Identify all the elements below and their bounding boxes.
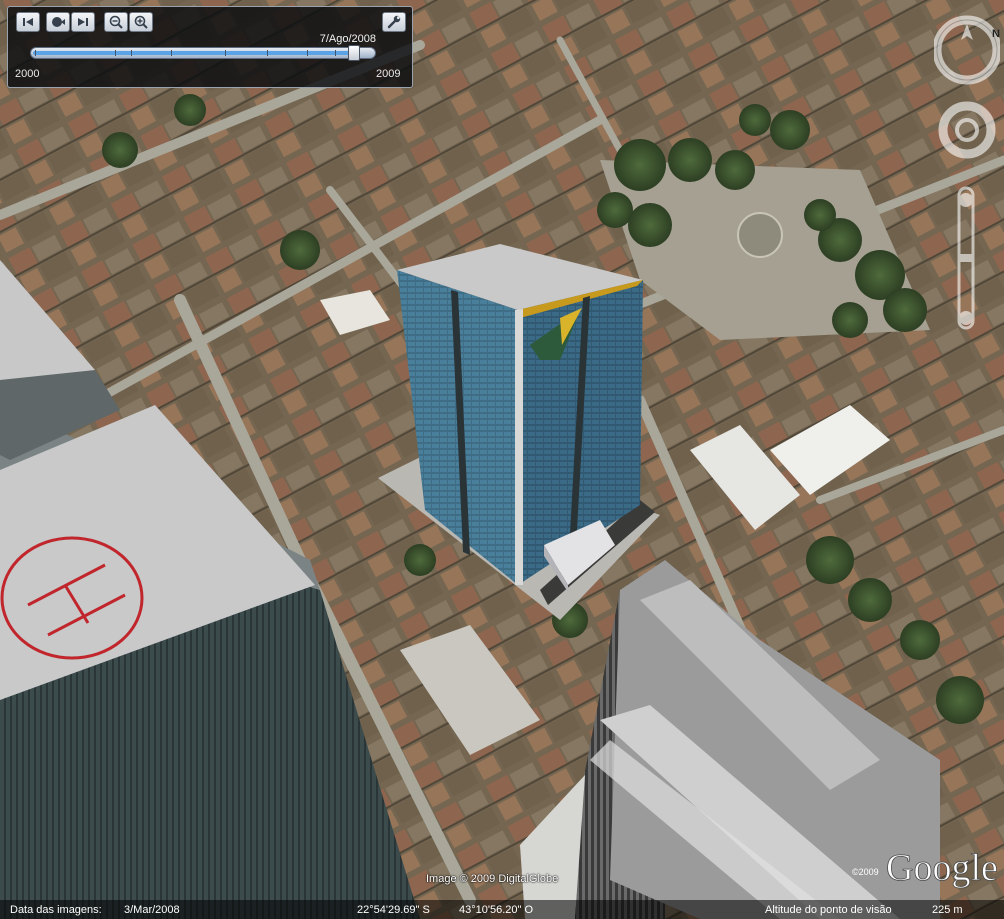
- zoom-out-button[interactable]: [104, 12, 128, 32]
- slider-tick: [267, 50, 268, 56]
- status-bar: Data das imagens: 3/Mar/2008 22°54'29.69…: [0, 900, 1004, 919]
- move-joystick[interactable]: [955, 118, 979, 142]
- imagery-copyright: Image © 2009 DigitalGlobe: [426, 873, 559, 885]
- start-year-label: 2000: [15, 68, 40, 80]
- previous-icon: [23, 18, 33, 26]
- altitude-label: Altitude do ponto de visão: [765, 904, 892, 916]
- compass-ring[interactable]: [934, 15, 1000, 85]
- imagery-date-value: 3/Mar/2008: [124, 904, 180, 916]
- time-settings-button[interactable]: [382, 12, 406, 32]
- slider-tick: [225, 50, 226, 56]
- navigation-controls: N: [934, 15, 1000, 330]
- time-slider-fill: [33, 51, 353, 55]
- zoom-slider[interactable]: [957, 186, 975, 330]
- map-3d-view[interactable]: 7/Ago/2008 2000 2009 N Image © 2009 Digi…: [0, 0, 1004, 919]
- altitude-value: 225 m: [932, 904, 963, 916]
- end-year-label: 2009: [376, 68, 401, 80]
- time-slider-track[interactable]: [30, 45, 376, 61]
- look-joystick[interactable]: [938, 101, 996, 159]
- imagery-date-label: Data das imagens:: [10, 904, 102, 916]
- time-slider-thumb[interactable]: [348, 45, 361, 61]
- logo-year: ©2009: [852, 867, 879, 877]
- animate-button[interactable]: [46, 12, 70, 32]
- zoom-in-button[interactable]: [129, 12, 153, 32]
- slider-tick: [171, 50, 172, 56]
- slider-tick: [307, 50, 308, 56]
- zoom-in-icon: [134, 15, 148, 29]
- wrench-icon: [387, 15, 401, 29]
- previous-button[interactable]: [16, 12, 40, 32]
- google-logo: Google ©2009: [852, 847, 998, 890]
- clock-icon: [52, 17, 65, 27]
- aerial-3d-scene[interactable]: [0, 0, 1004, 919]
- slider-tick: [115, 50, 116, 56]
- zoom-out-icon: [109, 15, 123, 29]
- latitude-readout: 22°54'29.69" S: [357, 904, 430, 916]
- next-icon: [78, 18, 88, 26]
- slider-tick: [131, 50, 132, 56]
- logo-text: Google: [886, 847, 998, 889]
- current-date-label: 7/Ago/2008: [319, 33, 376, 45]
- slider-tick: [335, 50, 336, 56]
- next-button[interactable]: [71, 12, 95, 32]
- longitude-readout: 43°10'56.20" O: [459, 904, 534, 916]
- time-slider-panel: 7/Ago/2008 2000 2009: [7, 6, 413, 88]
- slider-tick: [35, 50, 36, 56]
- compass-north-label: N: [992, 28, 1000, 40]
